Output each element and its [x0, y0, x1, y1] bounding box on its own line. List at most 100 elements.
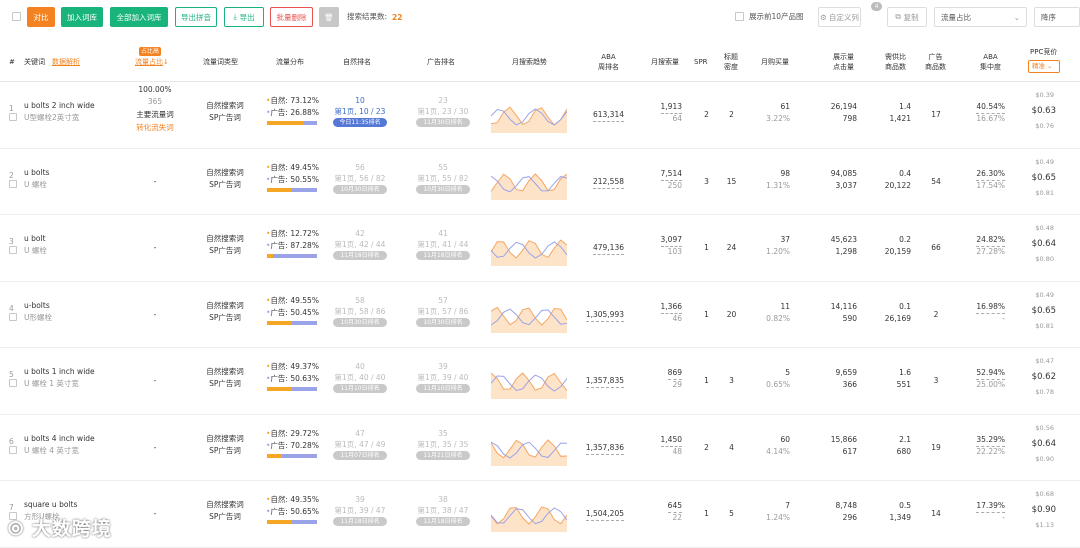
show-top10-checkbox[interactable] — [735, 12, 744, 21]
header-keyword[interactable]: 关键词 — [24, 57, 45, 67]
monthly-buy-value: 37 — [780, 235, 790, 244]
dist-natural: •自然: 49.55% — [266, 295, 319, 307]
row-checkbox[interactable] — [9, 312, 17, 321]
chevron-down-icon: ⌄ — [1047, 62, 1053, 70]
aba-rank-value[interactable]: 1,305,993 — [585, 309, 624, 322]
natural-rank-page: 第1页, 47 / 49 — [334, 439, 386, 449]
ad-rank-date: 11月30日排名 — [416, 118, 470, 127]
traffic-type-ad: SP广告词 — [209, 113, 241, 122]
keyword-text[interactable]: u bolts — [24, 167, 49, 179]
aba-rank-value[interactable]: 1,357,835 — [585, 375, 624, 388]
monthly-trend-chart[interactable] — [491, 97, 567, 133]
row-checkbox[interactable] — [9, 113, 17, 121]
monthly-trend-chart[interactable] — [491, 297, 567, 333]
dist-bar — [267, 254, 317, 258]
monthly-buy-rate: 1.31% — [766, 180, 790, 190]
keyword-translation: U 螺栓 4 英寸宽 — [24, 445, 79, 455]
header-keyword-tip[interactable]: 数据解析 — [52, 57, 80, 67]
row-checkbox[interactable] — [9, 445, 17, 454]
custom-columns-button[interactable]: ⚙ 自定义列 — [818, 7, 861, 27]
header-traffic-share[interactable]: 流量占比↓ — [135, 57, 169, 67]
dist-natural-label: 自然: — [270, 362, 288, 371]
compare-button[interactable]: 对比 — [27, 7, 55, 27]
select-all-checkbox[interactable] — [12, 12, 21, 21]
traffic-type-natural: 自然搜索词 — [206, 234, 244, 243]
export-button[interactable]: ⤓ 导出 — [224, 7, 264, 27]
header-impressions[interactable]: 展示量 点击量 — [833, 52, 854, 72]
export-pinyin-button[interactable]: 导出拼音 — [175, 7, 217, 27]
ppc-high: $1.13 — [1035, 521, 1054, 529]
aba-rank-value[interactable]: 1,504,205 — [585, 508, 624, 521]
row-checkbox[interactable] — [9, 246, 17, 254]
header-ad-products[interactable]: 广告 商品数 — [925, 52, 946, 72]
traffic-share-label: 流量占比 — [135, 58, 163, 66]
dist-ad: •广告: 70.28% — [266, 440, 319, 452]
aba-conc-sub: - — [1002, 513, 1005, 522]
dist-natural-label: 自然: — [270, 428, 288, 438]
header-aba-rank[interactable]: ABA 周排名 — [598, 52, 619, 72]
monthly-trend-chart[interactable] — [491, 230, 567, 266]
dist-natural: •自然: 73.12% — [266, 95, 319, 107]
spr-value: 2 — [704, 442, 709, 452]
header-monthly-search[interactable]: 月搜索量 — [651, 57, 679, 67]
add-lib-button[interactable]: 加入词库 — [61, 7, 103, 27]
dist-ad-pct: 50.55% — [290, 174, 319, 184]
ppc-type-select[interactable]: 精准 ⌄ — [1028, 60, 1060, 73]
download-icon: ⤓ — [233, 12, 237, 21]
row-checkbox[interactable] — [9, 179, 17, 188]
impressions-value: 14,116 — [830, 301, 857, 311]
aba-rank-value[interactable]: 1,357,836 — [585, 442, 624, 455]
keyword-text[interactable]: u bolts 4 inch wide — [24, 433, 95, 445]
monthly-trend-chart[interactable] — [491, 496, 567, 532]
keyword-text[interactable]: u bolt — [24, 233, 46, 245]
chevron-down-icon: ⌄ — [1013, 12, 1020, 22]
header-title-density[interactable]: 标题 密度 — [724, 52, 738, 72]
keyword-text[interactable]: u bolts 2 inch wide — [24, 100, 95, 112]
dist-ad: •广告: 50.65% — [266, 506, 319, 518]
header-spr[interactable]: SPR — [694, 57, 708, 67]
clicks-value: 366 — [842, 380, 857, 389]
impressions-value: 94,085 — [830, 168, 857, 178]
header-aba-conc[interactable]: ABA 集中度 — [980, 52, 1001, 72]
clicks-value: 590 — [842, 313, 857, 323]
clicks-value: 1,298 — [835, 247, 857, 256]
keyword-text[interactable]: square u bolts — [24, 499, 77, 511]
header-supply-demand[interactable]: 需供比 商品数 — [885, 52, 906, 72]
aba-rank-value[interactable]: 212,558 — [592, 176, 624, 189]
aba-rank-value[interactable]: 613,314 — [592, 109, 624, 122]
keyword-text[interactable]: u-bolts — [24, 300, 50, 312]
monthly-buy-value: 5 — [785, 368, 790, 377]
traffic-share-count: 365 — [147, 97, 163, 106]
ad-products-value: 14 — [931, 509, 941, 518]
result-label: 搜索结果数: — [347, 12, 388, 21]
ppc-low: $0.39 — [1035, 91, 1054, 99]
ppc-low: $0.47 — [1035, 357, 1054, 365]
aba-rank-value[interactable]: 479,136 — [592, 242, 624, 255]
monthly-trend-chart[interactable] — [491, 164, 567, 200]
add-all-lib-button[interactable]: 全部加入词库 — [110, 7, 168, 27]
export-label: 导出 — [239, 12, 255, 22]
traffic-share-value: 100.00% — [138, 85, 172, 94]
monthly-buy-rate: 0.65% — [766, 380, 790, 389]
batch-delete-button[interactable]: 批量删除 — [270, 7, 313, 27]
dist-ad: •广告: 50.63% — [266, 373, 319, 385]
trash-button[interactable]: 🗑 — [319, 7, 339, 27]
aba-conc-value[interactable]: 16.98% — [976, 301, 1005, 314]
ppc-mid: $0.64 — [1031, 438, 1056, 449]
sort-order-select[interactable]: 降序 — [1034, 7, 1080, 27]
ppc-mid: $0.65 — [1031, 172, 1056, 183]
monthly-trend-chart[interactable] — [491, 430, 567, 466]
show-top10-label: 展示前10产品图 — [749, 12, 804, 21]
traffic-share-tag-loss: 转化流失词 — [136, 123, 174, 132]
sort-field-select[interactable]: 流量占比 ⌄ — [934, 7, 1027, 27]
impressions-value: 9,659 — [835, 368, 857, 377]
copy-button[interactable]: ⧉ 复制 — [887, 7, 927, 27]
header-monthly-buy[interactable]: 月购买量 — [761, 57, 789, 67]
monthly-buy-value: 60 — [780, 434, 790, 444]
row-checkbox[interactable] — [9, 379, 17, 387]
monthly-buy-rate: 0.82% — [766, 313, 790, 323]
monthly-trend-chart[interactable] — [491, 363, 567, 399]
monthly-buy-value: 11 — [780, 301, 790, 311]
keyword-text[interactable]: u bolts 1 inch wide — [24, 366, 95, 378]
aba-conc-value[interactable]: 17.39% — [976, 500, 1005, 513]
